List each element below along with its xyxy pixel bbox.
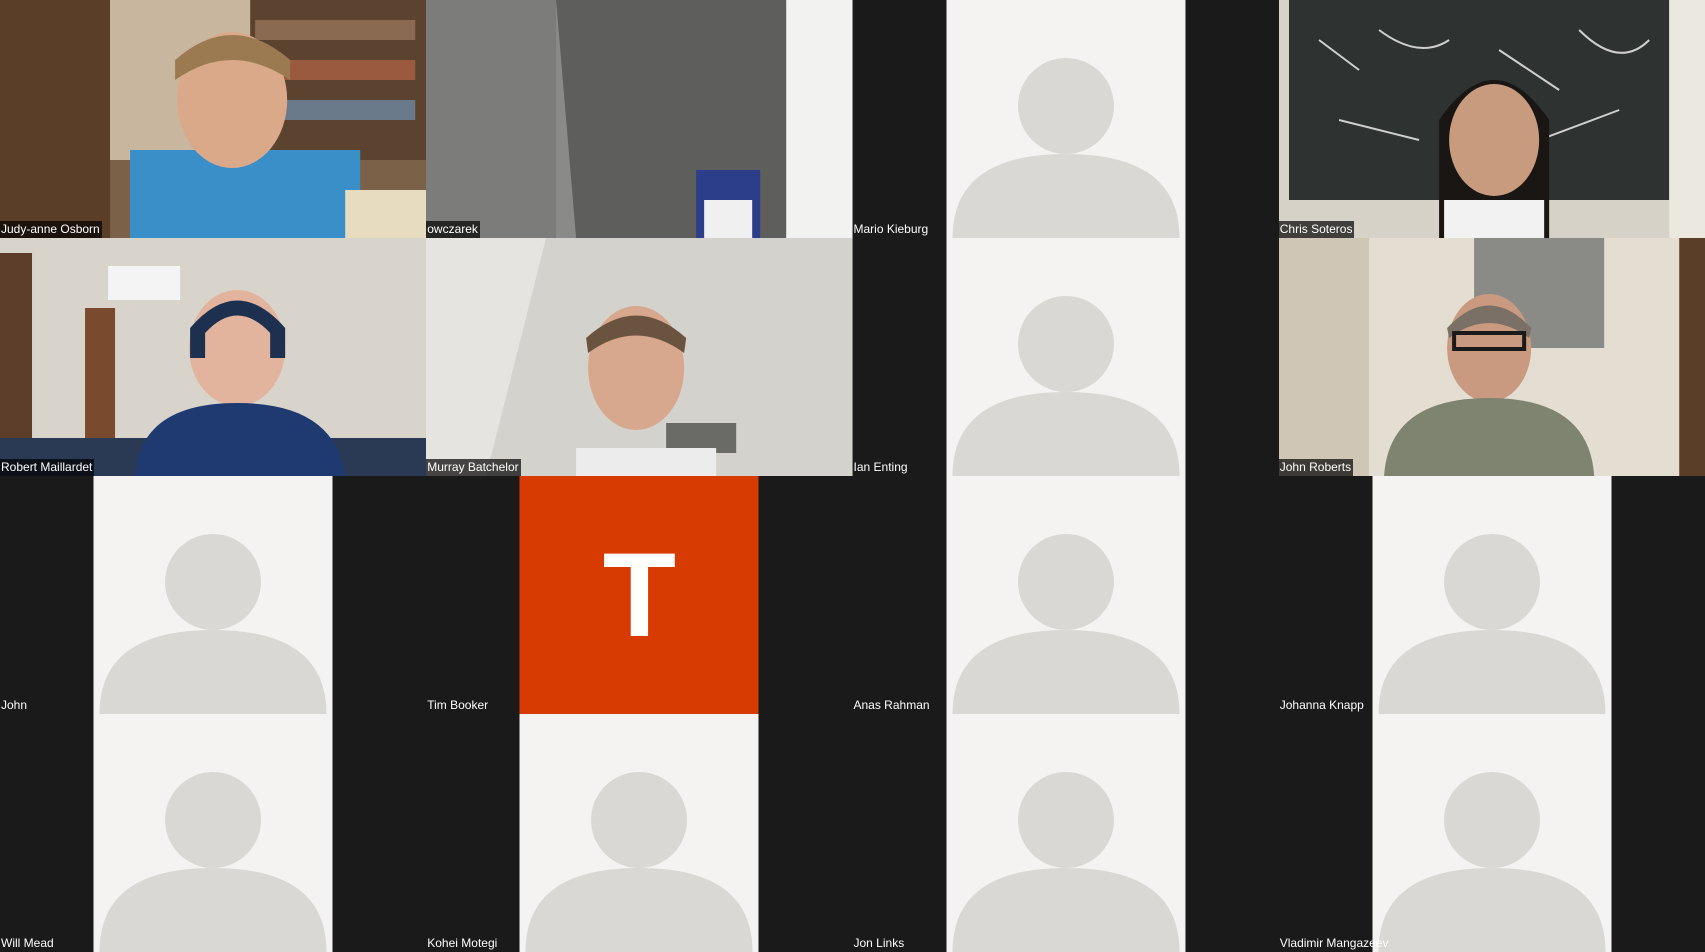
participant-video (0, 0, 427, 238)
participant-tile-will-mead[interactable]: Will Mead (0, 714, 427, 952)
participant-name-label: Vladimir Mangazeev (1279, 936, 1389, 950)
avatar-head (1017, 58, 1114, 154)
participant-tile-john-roberts[interactable]: John Roberts (1278, 238, 1705, 476)
avatar (1372, 476, 1612, 714)
participant-name-label: Will Mead (1, 936, 54, 950)
participant-tile-john[interactable]: John (0, 476, 427, 714)
participant-name-label: owczarek (426, 221, 480, 238)
participant-tile-mario-kieburg[interactable]: Mario Kieburg (852, 0, 1279, 238)
participant-tile-johanna-knapp[interactable]: Johanna Knapp (1278, 476, 1705, 714)
participant-name-label: Johanna Knapp (1279, 698, 1364, 712)
participant-name-label: John (1, 698, 28, 712)
participant-gallery: Judy-anne Osborn owczarek Mario Kieburg (0, 0, 1705, 952)
participant-name-label: Tim Booker (427, 698, 489, 712)
participant-video (0, 238, 427, 476)
participant-tile-chris-soteros[interactable]: Chris Soteros (1278, 0, 1705, 238)
participant-video (426, 0, 853, 238)
initial-avatar: T (519, 476, 759, 714)
avatar (946, 714, 1186, 952)
participant-name-label: Anas Rahman (853, 698, 930, 712)
avatar-head (591, 772, 688, 868)
avatar-body (525, 868, 753, 952)
avatar-body (952, 868, 1180, 952)
avatar (946, 476, 1186, 714)
avatar-body (1378, 630, 1606, 714)
participant-video (426, 238, 853, 476)
avatar-body (952, 630, 1180, 714)
avatar-body (99, 868, 327, 952)
participant-video (1278, 0, 1705, 238)
participant-tile-judy-anne-osborn[interactable]: Judy-anne Osborn (0, 0, 427, 238)
avatar (1372, 714, 1612, 952)
participant-name-label: Chris Soteros (1278, 221, 1355, 238)
avatar (946, 238, 1186, 476)
avatar-body (952, 392, 1180, 476)
avatar (946, 0, 1186, 238)
participant-name-label: John Roberts (1278, 459, 1354, 476)
avatar-head (1443, 534, 1540, 630)
avatar-head (1443, 772, 1540, 868)
participant-name-label: Robert Maillardet (0, 459, 95, 476)
avatar-head (165, 772, 262, 868)
avatar (93, 714, 333, 952)
participant-tile-owczarek[interactable]: owczarek (426, 0, 853, 238)
avatar (519, 714, 759, 952)
avatar-head (165, 534, 262, 630)
avatar (93, 476, 333, 714)
avatar-head (1017, 534, 1114, 630)
participant-tile-anas-rahman[interactable]: Anas Rahman (852, 476, 1279, 714)
avatar-head (1017, 296, 1114, 392)
avatar-head (1017, 772, 1114, 868)
participant-tile-robert-maillardet[interactable]: Robert Maillardet (0, 238, 427, 476)
participant-tile-jon-links[interactable]: Jon Links (852, 714, 1279, 952)
participant-name-label: Ian Enting (853, 460, 908, 474)
initial-letter: T (602, 528, 677, 662)
participant-name-label: Murray Batchelor (426, 459, 521, 476)
participant-tile-kohei-motegi[interactable]: Kohei Motegi (426, 714, 853, 952)
participant-tile-ian-enting[interactable]: Ian Enting (852, 238, 1279, 476)
participant-name-label: Mario Kieburg (853, 222, 929, 236)
participant-name-label: Kohei Motegi (427, 936, 498, 950)
participant-name-label: Jon Links (853, 936, 905, 950)
participant-video (1278, 238, 1705, 476)
participant-tile-tim-booker[interactable]: T Tim Booker (426, 476, 853, 714)
participant-name-label: Judy-anne Osborn (0, 221, 102, 238)
participant-tile-murray-batchelor[interactable]: Murray Batchelor (426, 238, 853, 476)
avatar-body (952, 154, 1180, 238)
avatar-body (1378, 868, 1606, 952)
avatar-body (99, 630, 327, 714)
participant-tile-vladimir-mangazeev[interactable]: Vladimir Mangazeev (1278, 714, 1705, 952)
